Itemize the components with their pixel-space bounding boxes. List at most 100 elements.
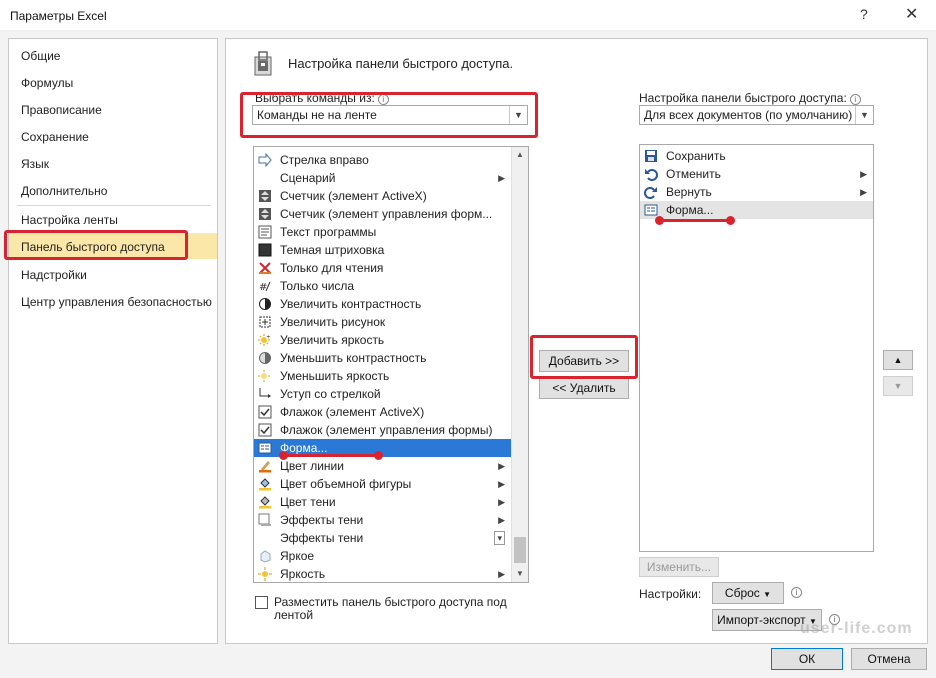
show-below-ribbon-label: Разместить панель быстрого доступа под л… <box>274 595 507 622</box>
enlarge-picture-icon <box>258 315 272 329</box>
dialog-body: Общие Формулы Правописание Сохранение Яз… <box>0 30 936 678</box>
reset-button[interactable]: Сброс ▼ <box>712 582 784 604</box>
commands-list-item[interactable]: Темная штриховка <box>254 241 511 259</box>
qat-list[interactable]: Сохранить Отменить ▶ Вернуть ▶ Форма... <box>639 144 874 552</box>
nav-item-advanced[interactable]: Дополнительно <box>21 184 107 198</box>
settings-label: Настройки: <box>639 587 702 601</box>
nav-item-general[interactable]: Общие <box>21 49 60 63</box>
qat-list-item-label: Сохранить <box>666 149 726 163</box>
commands-list-item[interactable]: Флажок (элемент управления формы) <box>254 421 511 439</box>
commands-list-item-label: Уменьшить яркость <box>280 369 390 383</box>
commands-list-item[interactable]: Цвет тени ▶ <box>254 493 511 511</box>
commands-list[interactable]: Стрелка вправо Сценарий ▶ Счетчик (элемент … <box>253 146 529 583</box>
line-color-icon <box>258 459 272 473</box>
cancel-button[interactable]: Отмена <box>851 648 927 670</box>
move-down-button[interactable]: ▼ <box>883 376 913 396</box>
commands-list-item[interactable]: Уменьшить контрастность <box>254 349 511 367</box>
commands-list-item[interactable]: Увеличить рисунок <box>254 313 511 331</box>
form-icon <box>644 203 658 217</box>
commands-list-item[interactable]: + Увеличить яркость <box>254 331 511 349</box>
modify-button[interactable]: Изменить... <box>639 557 719 577</box>
commands-list-item[interactable]: Сценарий ▶ <box>254 169 511 187</box>
commands-list-item[interactable]: Флажок (элемент ActiveX) <box>254 403 511 421</box>
arrow-right-icon <box>258 152 272 168</box>
contrast-down-icon <box>258 351 272 365</box>
customize-qat-dropdown[interactable]: Для всех документов (по умолчанию) ▼ <box>639 105 874 125</box>
commands-list-item-label: Увеличить яркость <box>280 333 385 347</box>
commands-list-item[interactable]: Уступ со стрелкой <box>254 385 511 403</box>
commands-list-item[interactable]: Цвет линии ▶ <box>254 457 511 475</box>
commands-list-item[interactable]: Текст программы <box>254 223 511 241</box>
annotation-underline <box>659 219 731 222</box>
chevron-down-icon[interactable]: ▼ <box>855 106 873 124</box>
annotation-underline <box>283 454 379 457</box>
choose-commands-dropdown[interactable]: Команды не на ленте ▼ <box>252 105 528 125</box>
nav-item-customize-ribbon[interactable]: Настройка ленты <box>21 213 118 227</box>
show-below-ribbon-checkbox[interactable] <box>255 596 268 609</box>
submenu-arrow-icon: ▶ <box>498 479 505 489</box>
qat-list-item[interactable]: Форма... <box>640 201 873 219</box>
brightness-icon <box>258 567 272 581</box>
submenu-arrow-icon: ▶ <box>498 461 505 471</box>
qat-list-item[interactable]: Вернуть ▶ <box>640 183 873 201</box>
commands-list-item[interactable]: Уменьшить яркость <box>254 367 511 385</box>
commands-list-item[interactable]: Цвет объемной фигуры ▶ <box>254 475 511 493</box>
info-icon: i <box>849 94 861 105</box>
code-text-icon <box>258 225 272 239</box>
qat-list-item[interactable]: Сохранить <box>640 147 873 165</box>
qat-list-item-label: Вернуть <box>666 185 712 199</box>
nav-item-proofing[interactable]: Правописание <box>21 103 102 117</box>
chevron-down-icon[interactable]: ▼ <box>509 106 527 124</box>
bright-icon <box>258 549 272 563</box>
nav-item-save[interactable]: Сохранение <box>21 130 89 144</box>
submenu-arrow-icon: ▶ <box>498 515 505 525</box>
commands-list-item-label: Уменьшить контрастность <box>280 351 427 365</box>
contrast-up-icon <box>258 297 272 311</box>
svg-text:+: + <box>267 335 271 341</box>
shadow-effects-icon <box>258 513 272 527</box>
commands-list-item-label: Уступ со стрелкой <box>280 387 381 401</box>
choose-commands-value: Команды не на ленте <box>257 108 377 122</box>
numbers-only-icon: # <box>258 279 272 293</box>
nav-item-addins[interactable]: Надстройки <box>21 268 87 282</box>
qat-list-item[interactable]: Отменить ▶ <box>640 165 873 183</box>
commands-list-item[interactable]: Увеличить контрастность <box>254 295 511 313</box>
commands-list-item[interactable]: Эффекты тени ▶ <box>254 511 511 529</box>
commands-list-item[interactable]: Яркое <box>254 547 511 565</box>
chevron-down-icon: ▼ <box>763 590 772 599</box>
commands-list-item-label: Флажок (элемент ActiveX) <box>280 405 425 419</box>
spinner-icon <box>258 189 272 203</box>
scroll-up-icon[interactable]: ▲ <box>512 147 528 163</box>
scroll-thumb[interactable] <box>514 537 526 563</box>
redo-icon <box>644 185 658 199</box>
commands-list-item-label: Счетчик (элемент ActiveX) <box>280 189 427 203</box>
commands-list-item-label: Счетчик (элемент управления форм... <box>280 207 493 221</box>
commands-list-item[interactable]: Счетчик (элемент ActiveX) <box>254 187 511 205</box>
commands-list-item-label: Увеличить контрастность <box>280 297 422 311</box>
nav-item-formulas[interactable]: Формулы <box>21 76 73 90</box>
commands-list-item[interactable]: Только для чтения <box>254 259 511 277</box>
commands-list-item[interactable]: Яркость ▶ <box>254 565 511 582</box>
ok-button[interactable]: ОК <box>771 648 843 670</box>
commands-list-item-label: Эффекты тени <box>280 531 364 545</box>
nav-item-trust-center[interactable]: Центр управления безопасностью <box>21 295 212 309</box>
nav-item-quick-access-toolbar[interactable]: Панель быстрого доступа <box>21 240 165 254</box>
commands-list-item-label: Только для чтения <box>280 261 384 275</box>
watermark-text: user-life.com <box>800 620 913 637</box>
scroll-down-icon[interactable]: ▼ <box>512 566 528 582</box>
commands-list-item[interactable]: Счетчик (элемент управления форм... <box>254 205 511 223</box>
commands-list-item[interactable]: # Только числа <box>254 277 511 295</box>
add-button[interactable]: Добавить >> <box>539 350 629 372</box>
commands-list-scrollbar[interactable]: ▲ ▼ <box>511 147 528 582</box>
commands-list-item[interactable]: Стрелка вправо <box>254 151 511 169</box>
move-up-button[interactable]: ▲ <box>883 350 913 370</box>
help-icon[interactable]: ? <box>860 6 868 22</box>
undo-icon <box>644 167 658 181</box>
commands-list-item-label: Цвет объемной фигуры <box>280 477 412 491</box>
commands-list-item[interactable]: Эффекты тени ▾ <box>254 529 511 547</box>
remove-button[interactable]: << Удалить <box>539 377 629 399</box>
dropdown-arrow-icon[interactable]: ▾ <box>494 531 505 545</box>
submenu-arrow-icon: ▶ <box>860 187 867 197</box>
close-icon[interactable]: ✕ <box>905 4 918 24</box>
nav-item-language[interactable]: Язык <box>21 157 49 171</box>
